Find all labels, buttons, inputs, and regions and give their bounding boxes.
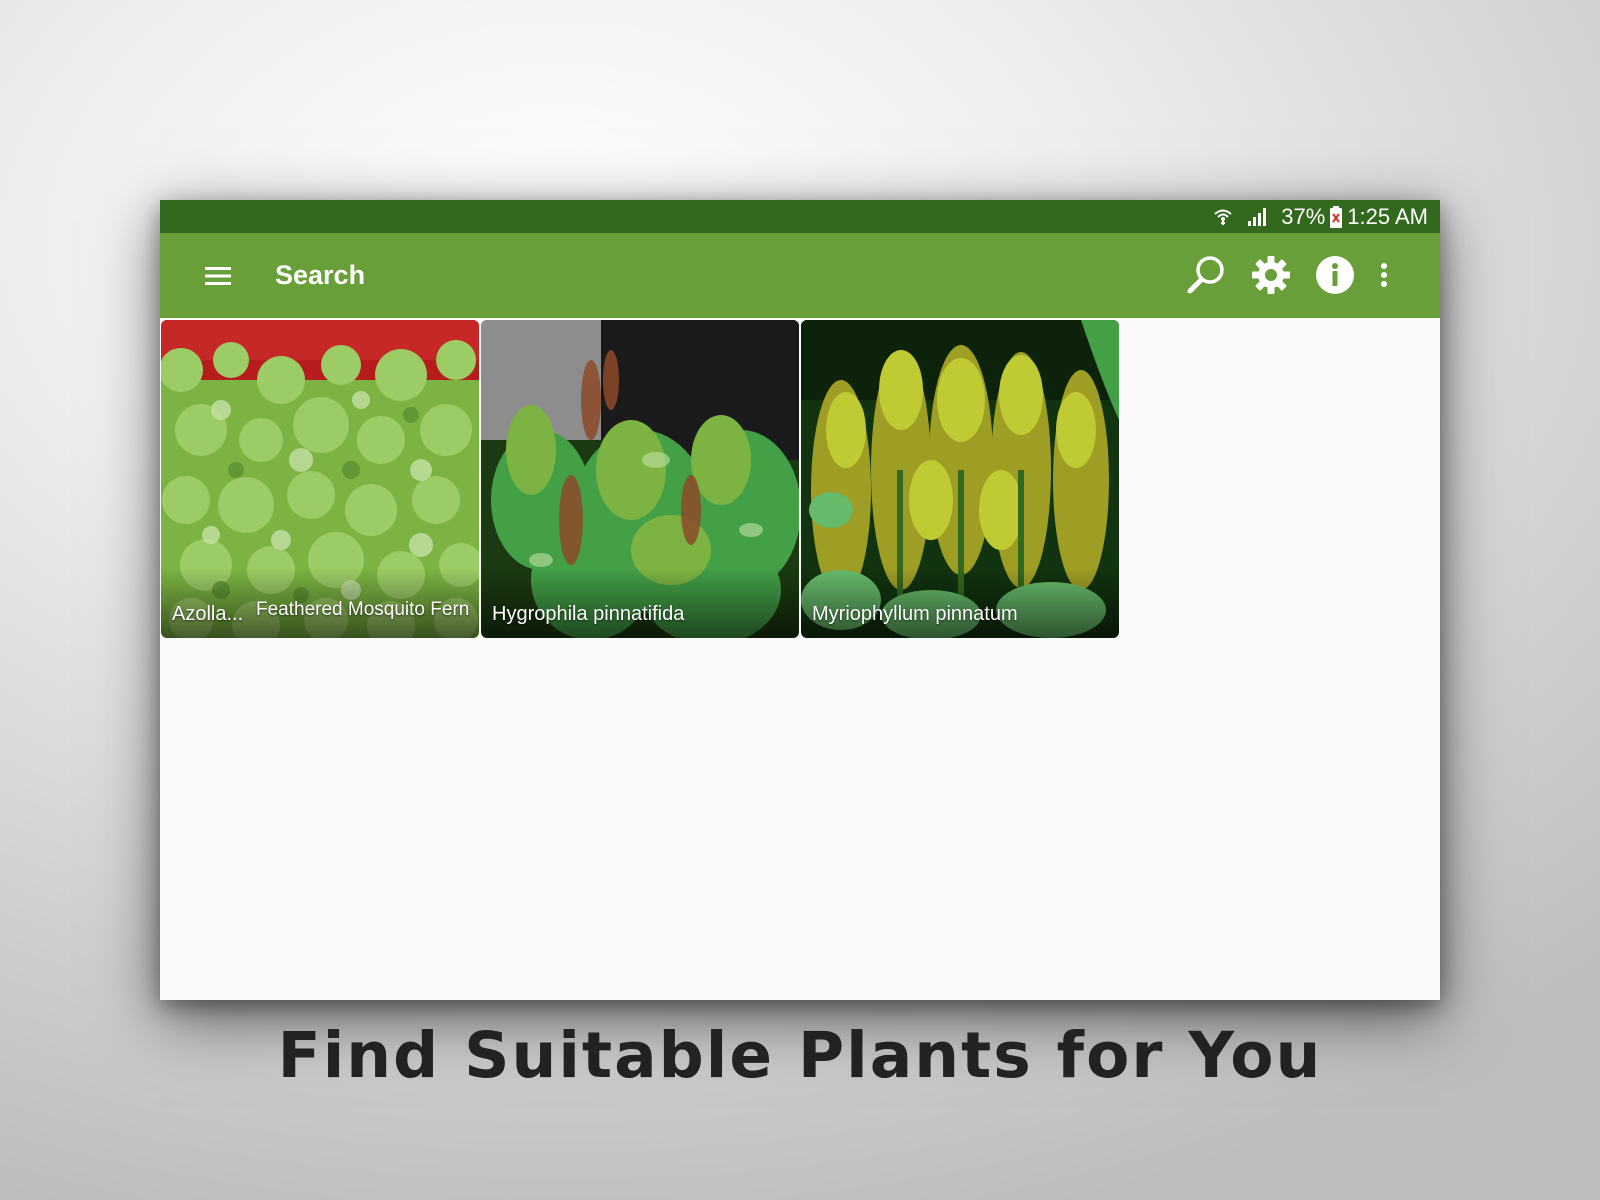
info-icon [1316, 256, 1354, 294]
battery-icon [1329, 205, 1343, 229]
plant-name: Myriophyllum pinnatum [812, 603, 1018, 625]
plant-common-name: Feathered Mosquito Fern [256, 599, 470, 620]
info-button[interactable] [1313, 253, 1357, 297]
device-screen: 37% 1:25 AM Search Azolla... Feathered M… [160, 200, 1440, 1000]
promo-tagline: Find Suitable Plants for You [277, 1019, 1323, 1092]
search-icon [1187, 256, 1224, 294]
signal-icon [1245, 205, 1269, 229]
plant-card-hygrophila[interactable]: Hygrophila pinnatifida [481, 320, 799, 638]
search-button[interactable] [1184, 253, 1228, 297]
status-bar: 37% 1:25 AM [160, 200, 1440, 233]
plant-name: Hygrophila pinnatifida [492, 603, 685, 625]
page-title: Search [275, 260, 366, 290]
plant-card-azolla[interactable]: Azolla... Feathered Mosquito Fern [161, 320, 479, 638]
wifi-icon [1211, 205, 1235, 229]
menu-button[interactable] [200, 261, 236, 291]
plant-grid: Azolla... Feathered Mosquito Fern Hygrop… [160, 318, 1440, 1000]
clock: 1:25 AM [1347, 203, 1428, 229]
gear-icon [1252, 256, 1290, 294]
battery-percent: 37% [1281, 203, 1326, 229]
settings-button[interactable] [1249, 253, 1293, 297]
app-bar: Search [160, 233, 1440, 318]
more-options-button[interactable] [1369, 253, 1399, 297]
menu-icon [205, 267, 231, 285]
plant-name: Azolla... [172, 603, 244, 625]
plant-card-myriophyllum[interactable]: Myriophyllum pinnatum [801, 320, 1119, 638]
more-vert-icon [1381, 263, 1387, 287]
